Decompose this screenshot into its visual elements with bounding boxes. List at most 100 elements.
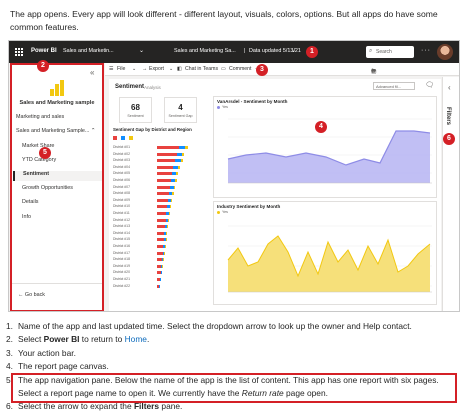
search-input[interactable]: ⌕ Search xyxy=(366,46,414,58)
district-bar-segment xyxy=(157,238,164,242)
app-name[interactable]: Sales and Marketin... xyxy=(63,48,114,54)
district-bar-segment xyxy=(157,165,173,169)
district-bar-segment xyxy=(157,179,171,182)
district-row: District #17 xyxy=(113,251,209,256)
file-chevron-icon: ⌄ xyxy=(132,66,137,72)
file-menu-icon: ☰ xyxy=(109,66,114,72)
district-label: District #08 xyxy=(113,191,130,196)
nav-app-title: Sales and Marketing sample xyxy=(19,100,95,106)
district-row: District #05 xyxy=(113,171,209,176)
district-bar-segment xyxy=(157,172,172,176)
nav-item-ytd-category[interactable]: YTD Category xyxy=(22,157,102,167)
district-label: District #07 xyxy=(113,184,130,189)
export-chevron-icon: ⌄ xyxy=(169,66,174,72)
district-bar-segment xyxy=(159,284,160,288)
step-number: 1. xyxy=(6,321,13,331)
district-bar-segment xyxy=(182,152,184,156)
district-label: District #04 xyxy=(113,164,130,169)
callout-6: 6 xyxy=(443,133,455,145)
district-bar-segment xyxy=(157,231,164,235)
district-bar-segment xyxy=(157,192,169,196)
updated-dropdown-chevron-icon[interactable]: ⌄ xyxy=(291,47,296,54)
step-5-highlight-box xyxy=(11,373,457,403)
more-icon[interactable]: ··· xyxy=(421,47,431,54)
district-row: District #04 xyxy=(113,165,209,170)
export-menu[interactable]: Export xyxy=(149,66,164,72)
chat-in-teams-button[interactable]: Chat in Teams xyxy=(185,66,218,72)
district-label: District #10 xyxy=(113,204,130,209)
district-bar-segment xyxy=(168,218,169,222)
kpi-label: Sentiment xyxy=(127,114,144,118)
district-row: District #14 xyxy=(113,231,209,236)
district-bars xyxy=(157,146,188,149)
district-label: District #18 xyxy=(113,257,130,262)
district-bar-segment xyxy=(161,271,162,275)
district-row: District #11 xyxy=(113,211,209,216)
district-bar-segment xyxy=(178,165,180,169)
step-2: 2. Select Power BI to return to Home. xyxy=(6,333,468,346)
line-chart-panel: VanArsdel - Sentiment by Month Yes xyxy=(213,96,437,198)
district-label: District #05 xyxy=(113,171,130,176)
district-bars xyxy=(157,192,174,196)
district-bar-segment xyxy=(157,205,167,209)
district-bar-segment xyxy=(160,278,161,281)
district-bars xyxy=(157,258,164,262)
district-bar-segment xyxy=(162,264,163,268)
district-bar-segment xyxy=(169,212,170,215)
district-bar-segment xyxy=(167,225,168,229)
step-number: 2. xyxy=(6,334,13,345)
nav-item-growth-opportunities[interactable]: Growth Opportunities xyxy=(22,185,102,195)
nav-item-market-share[interactable]: Market Share xyxy=(22,143,102,153)
district-bars xyxy=(157,198,172,202)
district-row: District #12 xyxy=(113,218,209,223)
district-label: District #13 xyxy=(113,224,130,229)
app-launcher-icon[interactable] xyxy=(15,48,23,56)
district-label: District #19 xyxy=(113,263,130,268)
callout-5: 5 xyxy=(39,147,51,159)
line-chart-svg xyxy=(227,118,432,184)
step-1: 1. Name of the app and last updated time.… xyxy=(6,320,468,333)
district-row: District #03 xyxy=(113,158,209,163)
district-bar-segment xyxy=(157,146,179,149)
district-row: District #15 xyxy=(113,237,209,242)
district-bar-segment xyxy=(181,159,183,163)
home-link[interactable]: Home xyxy=(125,334,147,344)
step-3: 3. Your action bar. xyxy=(6,347,468,360)
nav-item-details[interactable]: Details xyxy=(22,199,102,209)
favorite-icon[interactable]: ☆ xyxy=(371,68,380,75)
district-bars xyxy=(157,264,163,268)
district-bars xyxy=(157,205,171,209)
nav-item-marketing-and-sales[interactable]: Marketing and sales xyxy=(16,114,102,124)
chevron-down-icon[interactable]: ⌄ xyxy=(139,47,144,54)
power-bi-bold: Power BI xyxy=(43,334,80,345)
step-4: 4. The report page canvas. xyxy=(6,360,468,373)
chat-icon[interactable]: 🗨 xyxy=(425,81,434,89)
app-logo-icon xyxy=(49,80,65,96)
advanced-filter-button[interactable]: Advanced fil... xyxy=(373,82,415,90)
district-bars xyxy=(157,231,167,235)
district-bars xyxy=(157,212,170,215)
callout-1: 1 xyxy=(306,46,318,58)
district-bar-segment xyxy=(171,198,172,202)
file-menu[interactable]: File xyxy=(117,66,125,72)
district-label: District #20 xyxy=(113,270,130,275)
avatar[interactable] xyxy=(437,44,453,60)
back-arrow-icon: ← xyxy=(18,292,24,298)
collapse-nav-icon[interactable]: « xyxy=(90,68,94,77)
top-bar: Power BI Sales and Marketin... ⌄ Sales a… xyxy=(9,41,459,63)
nav-item-info[interactable]: Info xyxy=(22,214,102,224)
nav-item-report[interactable]: Sales and Marketing Sample... ⌃ xyxy=(16,128,102,138)
district-bar-segment xyxy=(185,146,188,149)
action-bar: ☰ File ⌄ → Export ⌄ ◧ Chat in Teams ▭ Co… xyxy=(105,63,459,76)
step-text: to return to xyxy=(79,334,125,345)
comment-button[interactable]: Comment xyxy=(229,66,252,72)
go-back-button[interactable]: ← Go back xyxy=(18,292,45,298)
expand-filters-arrow-icon[interactable]: ‹ xyxy=(448,83,451,92)
district-bar-segment xyxy=(164,251,165,255)
filters-pane[interactable]: ‹ Filters xyxy=(442,77,459,311)
power-bi-home-link[interactable]: Power BI xyxy=(31,48,57,54)
district-row: District #02 xyxy=(113,152,209,157)
app-navigation-pane: « Sales and Marketing sample Marketing a… xyxy=(10,63,104,311)
district-bar-segment xyxy=(174,185,175,189)
nav-item-sentiment[interactable]: Sentiment xyxy=(13,171,102,181)
